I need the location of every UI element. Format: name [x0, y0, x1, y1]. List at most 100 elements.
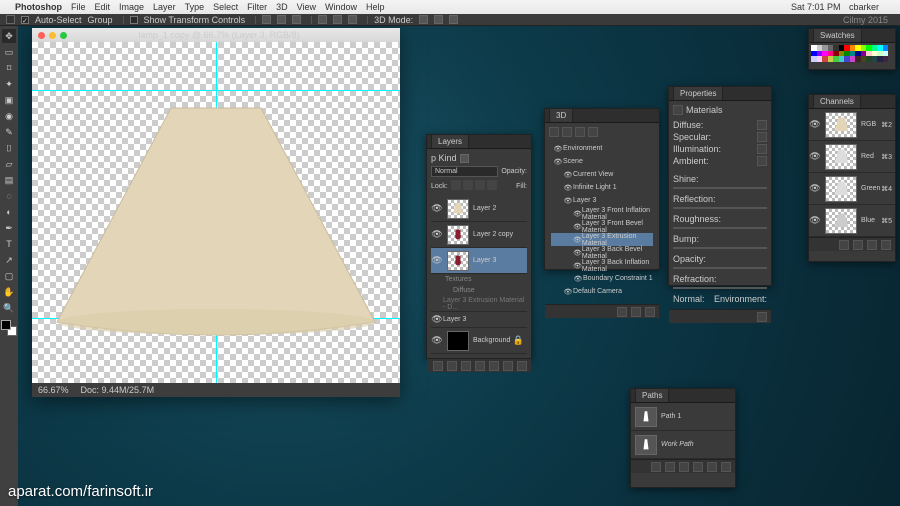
- lock-all-icon[interactable]: [487, 180, 497, 190]
- filter-icon[interactable]: [460, 154, 469, 163]
- minimize-icon[interactable]: [49, 32, 56, 39]
- 3d-new-icon[interactable]: [631, 307, 641, 317]
- layer-row[interactable]: 👁 Layer 3: [431, 248, 527, 274]
- path-row[interactable]: Work Path: [631, 431, 735, 459]
- 3d-tab[interactable]: 3D: [549, 108, 573, 122]
- distribute-icon-3[interactable]: [348, 15, 357, 24]
- fx-icon[interactable]: [447, 361, 457, 371]
- new-path-icon[interactable]: [707, 462, 717, 472]
- visibility-icon[interactable]: 👁: [431, 203, 443, 214]
- path-tool[interactable]: ↗: [2, 253, 16, 267]
- bump-slider[interactable]: [673, 247, 767, 249]
- menu-layer[interactable]: Layer: [153, 2, 176, 12]
- window-controls[interactable]: [38, 32, 67, 39]
- reflection-slider[interactable]: [673, 207, 767, 209]
- texture-name[interactable]: Layer 3 Extrusion Material - D...: [443, 297, 527, 311]
- layer-name[interactable]: Layer 2 copy: [473, 231, 527, 238]
- 3d-node[interactable]: 👁Layer 3 Front Inflation Material: [551, 207, 653, 220]
- visibility-icon[interactable]: 👁: [809, 215, 821, 226]
- path-name[interactable]: Work Path: [661, 441, 735, 448]
- refraction-slider[interactable]: [673, 287, 767, 289]
- layers-panel[interactable]: Layers p Kind Normal Opacity: Lock: Fill…: [426, 134, 532, 359]
- properties-tab[interactable]: Properties: [673, 86, 723, 100]
- document-canvas[interactable]: [32, 42, 400, 383]
- zoom-icon[interactable]: [60, 32, 67, 39]
- roughness-slider[interactable]: [673, 227, 767, 229]
- close-icon[interactable]: [38, 32, 45, 39]
- layer-row[interactable]: 👁 Layer 2: [431, 196, 527, 222]
- lasso-tool[interactable]: ⌑: [2, 61, 16, 75]
- visibility-icon[interactable]: 👁: [431, 335, 443, 346]
- stroke-path-icon[interactable]: [665, 462, 675, 472]
- path-name[interactable]: Path 1: [661, 413, 735, 420]
- swatches-grid[interactable]: [809, 43, 895, 64]
- layer-kind-filter[interactable]: p Kind: [431, 153, 457, 163]
- 3d-node[interactable]: 👁Current View: [551, 168, 653, 181]
- mask-icon[interactable]: [461, 361, 471, 371]
- eyedropper-tool[interactable]: ◉: [2, 109, 16, 123]
- lock-transparency-icon[interactable]: [451, 180, 461, 190]
- align-icon-3[interactable]: [292, 15, 301, 24]
- layer-name[interactable]: Background: [473, 337, 513, 344]
- link-icon[interactable]: [433, 361, 443, 371]
- brush-tool[interactable]: ✎: [2, 125, 16, 139]
- wand-tool[interactable]: ✦: [2, 77, 16, 91]
- 3d-node[interactable]: 👁Default Camera: [551, 285, 653, 298]
- pen-tool[interactable]: ✒: [2, 221, 16, 235]
- make-workpath-icon[interactable]: [693, 462, 703, 472]
- gradient-tool[interactable]: ▤: [2, 173, 16, 187]
- menu-type[interactable]: Type: [185, 2, 205, 12]
- fill-path-icon[interactable]: [651, 462, 661, 472]
- paths-tab[interactable]: Paths: [635, 388, 669, 402]
- color-swatch[interactable]: [757, 144, 767, 154]
- dodge-tool[interactable]: ◐: [2, 205, 16, 219]
- align-icon[interactable]: [262, 15, 271, 24]
- lock-pixels-icon[interactable]: [463, 180, 473, 190]
- 3d-filter-mesh-icon[interactable]: [562, 127, 572, 137]
- trash-icon[interactable]: [757, 312, 767, 322]
- hand-tool[interactable]: ✋: [2, 285, 16, 299]
- menu-filter[interactable]: Filter: [247, 2, 267, 12]
- 3d-slide-icon[interactable]: [449, 15, 458, 24]
- align-icon-2[interactable]: [277, 15, 286, 24]
- auto-select-checkbox[interactable]: [21, 16, 29, 24]
- swatches-panel[interactable]: Swatches: [808, 28, 896, 70]
- 3d-filter-scene-icon[interactable]: [549, 127, 559, 137]
- layer-name[interactable]: Layer 2: [473, 205, 527, 212]
- shape-tool[interactable]: ▢: [2, 269, 16, 283]
- menu-image[interactable]: Image: [119, 2, 144, 12]
- visibility-icon[interactable]: 👁: [809, 119, 821, 130]
- type-tool[interactable]: T: [2, 237, 16, 251]
- menu-file[interactable]: File: [71, 2, 86, 12]
- layer-thumbnail[interactable]: [447, 251, 469, 271]
- channels-tab[interactable]: Channels: [813, 94, 861, 108]
- 3d-node[interactable]: 👁Layer 3: [551, 194, 653, 207]
- trash-icon[interactable]: [721, 462, 731, 472]
- menu-3d[interactable]: 3D: [276, 2, 288, 12]
- color-swatch[interactable]: [757, 156, 767, 166]
- visibility-icon[interactable]: 👁: [431, 255, 443, 266]
- lock-position-icon[interactable]: [475, 180, 485, 190]
- layer-thumbnail[interactable]: [447, 331, 469, 351]
- paths-panel[interactable]: Paths Path 1 Work Path: [630, 388, 736, 488]
- opacity-slider[interactable]: [673, 267, 767, 269]
- swatch[interactable]: [883, 56, 889, 62]
- 3d-node[interactable]: 👁Boundary Constraint 1: [551, 272, 653, 285]
- distribute-icon[interactable]: [318, 15, 327, 24]
- 3d-filter-light-icon[interactable]: [588, 127, 598, 137]
- color-swatch[interactable]: [757, 120, 767, 130]
- visibility-icon[interactable]: 👁: [809, 183, 821, 194]
- sub-layer-name[interactable]: Layer 3: [443, 316, 527, 323]
- new-channel-icon[interactable]: [867, 240, 877, 250]
- blend-mode-select[interactable]: Normal: [431, 166, 498, 177]
- background-row[interactable]: 👁 Background 🔒: [431, 328, 527, 354]
- channel-row[interactable]: 👁 Red ⌘3: [809, 141, 895, 173]
- visibility-icon[interactable]: 👁: [431, 314, 443, 325]
- menu-select[interactable]: Select: [213, 2, 238, 12]
- distribute-icon-2[interactable]: [333, 15, 342, 24]
- color-swatches[interactable]: [1, 320, 17, 336]
- 3d-node[interactable]: 👁Layer 3 Back Inflation Material: [551, 259, 653, 272]
- 3d-pan-icon[interactable]: [434, 15, 443, 24]
- marquee-tool[interactable]: ▭: [2, 45, 16, 59]
- save-selection-icon[interactable]: [853, 240, 863, 250]
